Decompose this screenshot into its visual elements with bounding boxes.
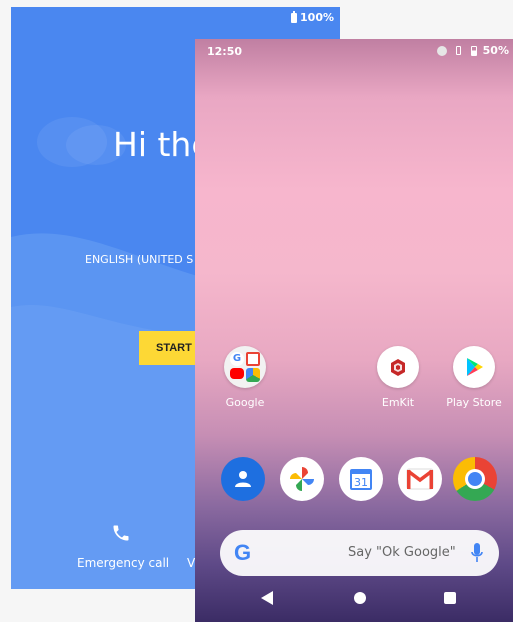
vibrate-icon	[453, 45, 465, 56]
battery-icon	[470, 45, 477, 56]
calendar-day: 31	[354, 476, 368, 489]
photos-icon[interactable]	[280, 457, 324, 501]
search-hint: Say "Ok Google"	[348, 545, 456, 560]
app-label: EmKit	[381, 396, 415, 409]
calendar-icon[interactable]: 31	[339, 457, 383, 501]
emkit-app[interactable]: EmKit	[362, 346, 434, 409]
recents-icon[interactable]	[444, 592, 456, 604]
gmail-icon[interactable]	[398, 457, 442, 501]
phone-icon[interactable]	[111, 523, 131, 543]
chrome-icon[interactable]	[453, 457, 497, 501]
emkit-icon	[377, 346, 419, 388]
app-label: Google	[225, 396, 265, 409]
play-store-app[interactable]: Play Store	[438, 346, 510, 409]
setup-status-bar: 100%	[291, 10, 334, 24]
home-screen: 12:50 50% G Google EmKit Play Store 31 G…	[195, 39, 513, 622]
google-folder-icon: G	[224, 346, 266, 388]
vision-settings-button[interactable]: V	[187, 556, 195, 570]
app-label: Play Store	[446, 396, 502, 409]
battery-level: 100%	[300, 11, 334, 24]
notification-dot-icon	[436, 45, 447, 56]
clock: 12:50	[207, 45, 243, 58]
home-icon[interactable]	[354, 592, 366, 604]
mic-icon[interactable]	[471, 542, 483, 564]
google-logo-icon: G	[234, 540, 252, 565]
language-selector[interactable]: ENGLISH (UNITED S	[85, 253, 193, 266]
battery-icon	[291, 10, 298, 23]
google-search-bar[interactable]: G Say "Ok Google"	[220, 530, 499, 576]
emergency-call-button[interactable]: Emergency call	[77, 556, 169, 570]
contacts-icon[interactable]	[221, 457, 265, 501]
battery-level: 50%	[482, 44, 509, 57]
play-store-icon	[453, 346, 495, 388]
google-folder[interactable]: G Google	[209, 346, 281, 409]
back-icon[interactable]	[261, 591, 273, 605]
home-status-bar: 12:50 50%	[195, 39, 513, 63]
navigation-bar	[195, 574, 513, 622]
